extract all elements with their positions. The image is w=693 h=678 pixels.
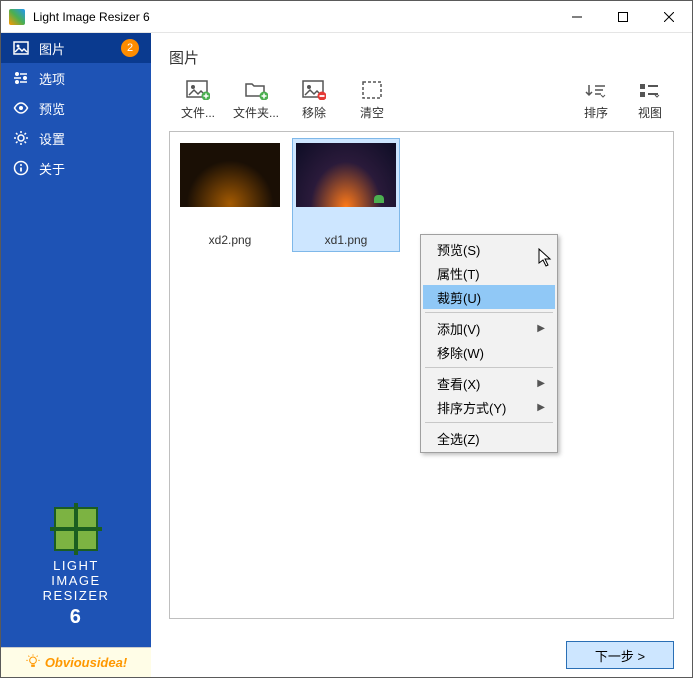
menu-separator bbox=[425, 422, 553, 423]
window-title: Light Image Resizer 6 bbox=[33, 10, 554, 24]
menu-item[interactable]: 排序方式(Y) ▶ bbox=[423, 395, 555, 419]
thumbnail-label: xd1.png bbox=[325, 233, 368, 247]
sidebar: 图片 2 选项预览设置关于 LIGHT IMAGE RESIZER 6 Obviou… bbox=[1, 33, 151, 677]
sidebar-item-settings[interactable]: 设置 bbox=[1, 123, 151, 153]
menu-item-label: 排序方式(Y) bbox=[437, 398, 506, 417]
sidebar-icon bbox=[13, 100, 29, 116]
sidebar-item-about[interactable]: 关于 bbox=[1, 153, 151, 183]
sidebar-icon bbox=[13, 70, 29, 86]
sidebar-icon bbox=[13, 130, 29, 146]
image-remove-icon bbox=[302, 80, 326, 100]
next-button-label: 下一步 > bbox=[595, 646, 645, 665]
sidebar-icon bbox=[13, 160, 29, 176]
tool-label: 清空 bbox=[360, 104, 384, 121]
maximize-button[interactable] bbox=[600, 1, 646, 32]
menu-item-label: 预览(S) bbox=[437, 240, 480, 259]
next-button[interactable]: 下一步 > bbox=[566, 641, 674, 669]
menu-item-label: 移除(W) bbox=[437, 343, 484, 362]
menu-item[interactable]: 添加(V) ▶ bbox=[423, 316, 555, 340]
view-button[interactable]: 视图 bbox=[626, 78, 674, 125]
sidebar-item-label: 图片 bbox=[39, 39, 65, 58]
sidebar-item-label: 设置 bbox=[39, 129, 65, 148]
clear-icon bbox=[360, 80, 384, 100]
bulb-icon bbox=[25, 653, 41, 672]
app-logo: LIGHT IMAGE RESIZER 6 bbox=[1, 497, 151, 647]
brand-label: Obviousidea! bbox=[45, 655, 127, 670]
image-add-icon bbox=[186, 80, 210, 100]
tool-label: 文件... bbox=[181, 104, 215, 121]
clear-button[interactable]: 清空 bbox=[343, 76, 401, 125]
thumbnail-image bbox=[180, 143, 280, 207]
chevron-right-icon: ▶ bbox=[537, 378, 545, 389]
menu-separator bbox=[425, 312, 553, 313]
sidebar-item-label: 选项 bbox=[39, 69, 65, 88]
thumbnail-image bbox=[296, 143, 396, 207]
minimize-button[interactable] bbox=[554, 1, 600, 32]
add-files-button[interactable]: 文件... bbox=[169, 76, 227, 125]
sidebar-item-label: 预览 bbox=[39, 99, 65, 118]
bottom-bar: 下一步 > bbox=[151, 633, 692, 677]
sidebar-item-preview[interactable]: 预览 bbox=[1, 93, 151, 123]
menu-item-label: 添加(V) bbox=[437, 319, 480, 338]
view-icon bbox=[639, 82, 661, 100]
thumbnail-item[interactable]: xd2.png bbox=[176, 138, 284, 252]
content-area: xd2.png xd1.png 预览(S) 属性(T) 裁剪(U) 添加(V) ▶ 移除(W… bbox=[169, 131, 674, 619]
brand-footer[interactable]: Obviousidea! bbox=[1, 647, 151, 677]
menu-separator bbox=[425, 367, 553, 368]
close-button[interactable] bbox=[646, 1, 692, 32]
toolbar: 文件... 文件夹... 移除 bbox=[151, 76, 692, 131]
chevron-right-icon: ▶ bbox=[537, 402, 545, 413]
sidebar-icon bbox=[13, 40, 29, 56]
menu-item[interactable]: 属性(T) bbox=[423, 261, 555, 285]
tool-label: 移除 bbox=[302, 104, 326, 121]
menu-item[interactable]: 全选(Z) bbox=[423, 426, 555, 450]
logo-icon bbox=[54, 507, 98, 551]
titlebar: Light Image Resizer 6 bbox=[1, 1, 692, 33]
sidebar-item-images[interactable]: 图片 2 bbox=[1, 33, 151, 63]
menu-item-label: 查看(X) bbox=[437, 374, 480, 393]
menu-item-label: 属性(T) bbox=[437, 264, 480, 283]
chevron-right-icon: ▶ bbox=[537, 323, 545, 334]
context-menu: 预览(S) 属性(T) 裁剪(U) 添加(V) ▶ 移除(W) 查看(X) ▶ 排序方式(Y) ▶… bbox=[420, 234, 558, 453]
menu-item-label: 裁剪(U) bbox=[437, 288, 481, 307]
sort-icon bbox=[585, 82, 607, 100]
page-title: 图片 bbox=[151, 33, 692, 76]
logo-text: LIGHT IMAGE RESIZER 6 bbox=[43, 559, 110, 629]
sort-button[interactable]: 排序 bbox=[572, 78, 620, 125]
sidebar-item-label: 关于 bbox=[39, 159, 65, 178]
tool-label: 视图 bbox=[638, 104, 662, 121]
tool-label: 文件夹... bbox=[233, 104, 279, 121]
thumbnail-item[interactable]: xd1.png bbox=[292, 138, 400, 252]
count-badge: 2 bbox=[121, 39, 139, 57]
thumbnail-label: xd2.png bbox=[209, 233, 252, 247]
tool-label: 排序 bbox=[584, 104, 608, 121]
remove-button[interactable]: 移除 bbox=[285, 76, 343, 125]
app-icon bbox=[9, 9, 25, 25]
add-folder-button[interactable]: 文件夹... bbox=[227, 76, 285, 125]
menu-item-label: 全选(Z) bbox=[437, 429, 480, 448]
folder-add-icon bbox=[244, 80, 268, 100]
menu-item[interactable]: 查看(X) ▶ bbox=[423, 371, 555, 395]
sidebar-item-options[interactable]: 选项 bbox=[1, 63, 151, 93]
menu-item[interactable]: 预览(S) bbox=[423, 237, 555, 261]
menu-item[interactable]: 移除(W) bbox=[423, 340, 555, 364]
menu-item[interactable]: 裁剪(U) bbox=[423, 285, 555, 309]
